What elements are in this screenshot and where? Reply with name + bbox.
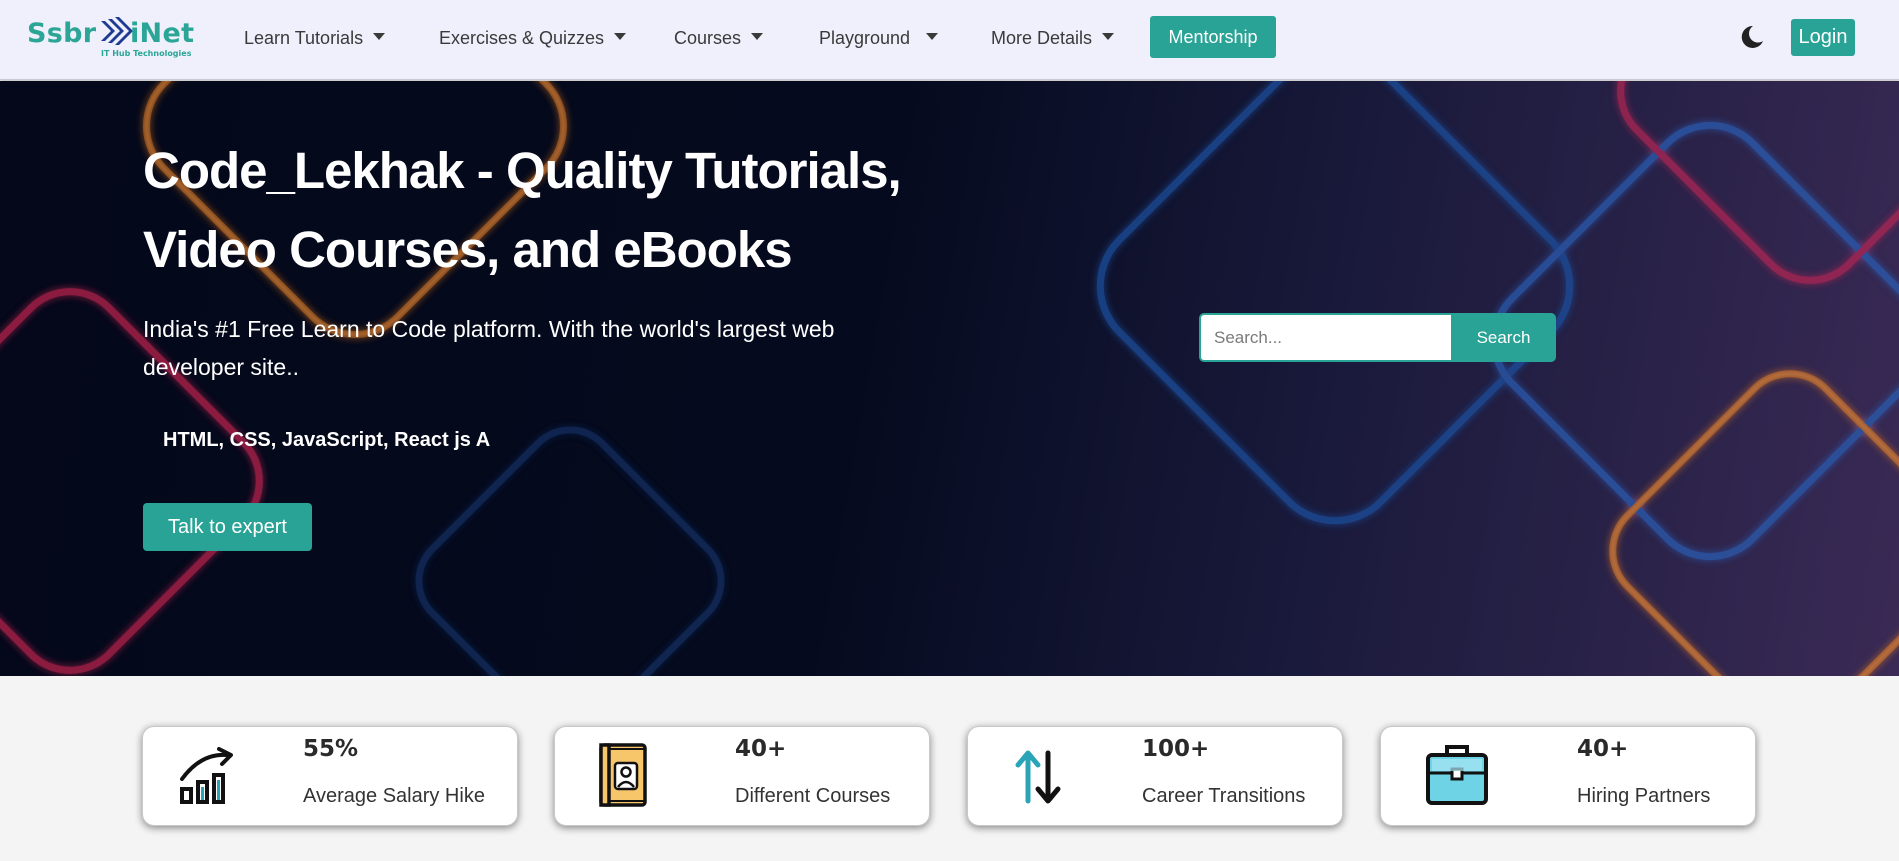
hero-typed-text: HTML, CSS, JavaScript, React js A <box>163 429 491 451</box>
hero-title-line-1: Code_Lekhak - Quality Tutorials, <box>143 142 902 199</box>
chart-growth-icon <box>180 747 233 804</box>
chevron-down-icon <box>614 32 627 40</box>
brand-tagline: IT Hub Technologies <box>101 49 192 58</box>
login-button[interactable]: Login <box>1791 19 1855 56</box>
moon-icon[interactable] <box>1736 22 1766 52</box>
nav-label: More Details <box>991 27 1093 48</box>
chevron-down-icon <box>751 32 764 40</box>
hero-subtitle: India's #1 Free Learn to Code platform. … <box>143 316 835 380</box>
nav-learn-tutorials[interactable]: Learn Tutorials <box>244 24 386 52</box>
search-input[interactable] <box>1199 313 1451 362</box>
chevron-down-icon <box>373 32 386 40</box>
nav-courses[interactable]: Courses <box>674 24 764 52</box>
nav-exercises-quizzes[interactable]: Exercises & Quizzes <box>439 24 627 52</box>
chevron-down-icon <box>1102 32 1115 40</box>
stat-label: Hiring Partners <box>1577 785 1711 807</box>
nav-more-details[interactable]: More Details <box>991 24 1115 52</box>
mentorship-button[interactable]: Mentorship <box>1150 16 1276 58</box>
stat-value: 40+ <box>1577 736 1629 762</box>
hero-section: Code_Lekhak - Quality Tutorials, Video C… <box>0 81 1899 676</box>
chevron-down-icon <box>926 32 939 40</box>
top-navbar: Ssbr iNet IT Hub Technologies Learn Tuto… <box>0 0 1899 80</box>
stat-label: Average Salary Hike <box>303 785 485 807</box>
nav-label: Courses <box>674 27 742 48</box>
stat-label: Different Courses <box>735 785 891 807</box>
brand-name-left: Ssbr <box>27 18 97 49</box>
talk-to-expert-button[interactable]: Talk to expert <box>143 503 312 551</box>
nav-label: Exercises & Quizzes <box>439 27 605 48</box>
stat-card-hiring-partners: 40+ Hiring Partners <box>1380 726 1756 826</box>
brand-name-right: iNet <box>130 18 195 49</box>
up-down-arrows-icon <box>1015 750 1061 804</box>
stat-card-courses: 40+ Different Courses <box>554 726 930 826</box>
book-icon <box>599 743 647 807</box>
nav-label: Learn Tutorials <box>244 27 364 48</box>
search-button[interactable]: Search <box>1451 313 1556 362</box>
hero-title-line-2: Video Courses, and eBooks <box>143 221 793 278</box>
stat-value: 40+ <box>735 736 787 762</box>
stat-card-salary-hike: 55% Average Salary Hike <box>142 726 518 826</box>
hero-title: Code_Lekhak - Quality Tutorials, Video C… <box>143 131 943 289</box>
search-bar: Search <box>1199 313 1556 362</box>
brand-logo[interactable]: Ssbr iNet IT Hub Technologies <box>27 14 195 60</box>
stat-card-career-transitions: 100+ Career Transitions <box>967 726 1343 826</box>
nav-label: Playground <box>819 27 911 48</box>
brand-chevrons-icon <box>101 17 133 45</box>
briefcase-icon <box>1426 745 1488 805</box>
stat-value: 100+ <box>1142 736 1210 762</box>
stat-label: Career Transitions <box>1142 785 1306 807</box>
nav-playground[interactable]: Playground <box>819 24 939 52</box>
stat-value: 55% <box>303 736 359 762</box>
